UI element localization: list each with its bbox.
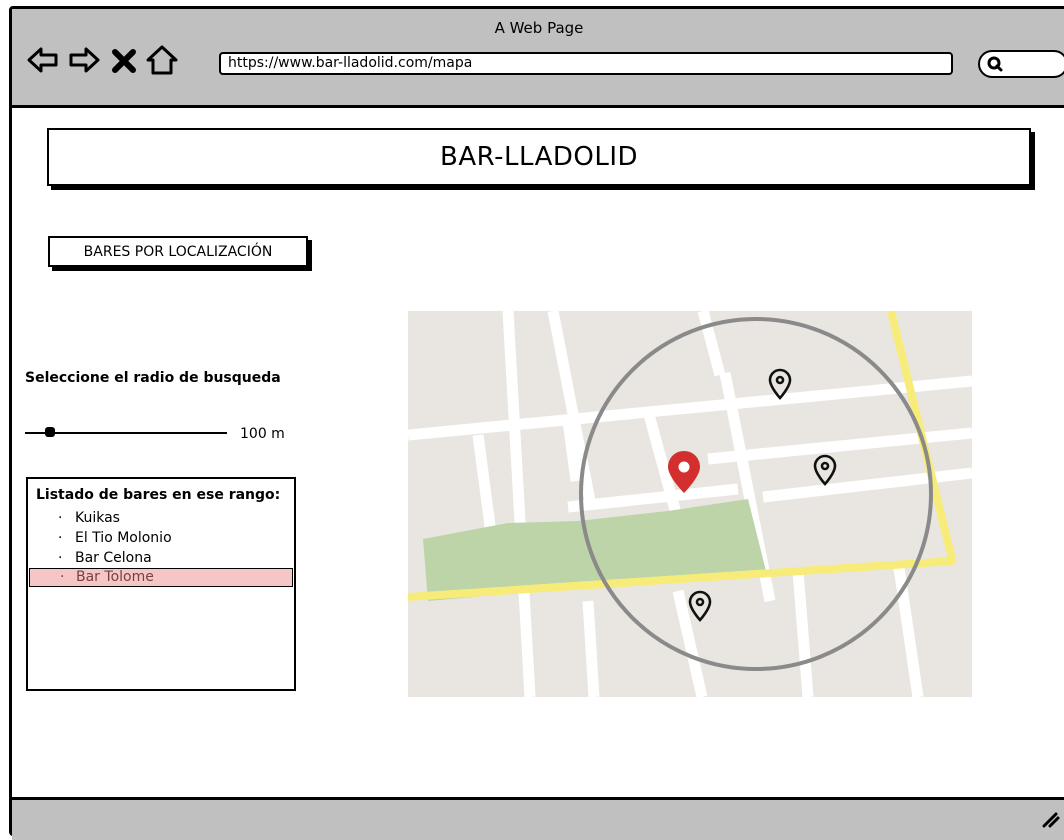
window-title: A Web Page: [494, 19, 584, 37]
bar-list-item[interactable]: · El Tio Molonio: [28, 528, 294, 548]
bar-name: El Tio Molonio: [75, 530, 172, 546]
bullet: ·: [58, 550, 63, 566]
radius-slider[interactable]: [25, 423, 227, 443]
radius-value: 100 m: [240, 426, 285, 442]
slider-thumb[interactable]: [45, 427, 55, 437]
browser-status-bar: [12, 797, 1064, 840]
back-arrow-icon[interactable]: [26, 43, 60, 77]
location-filter-button[interactable]: BARES POR LOCALIZACIÓN: [48, 236, 308, 267]
home-icon[interactable]: [145, 43, 179, 77]
bullet: ·: [58, 510, 63, 526]
bar-list: Listado de bares en ese rango: · Kuikas · E…: [26, 477, 296, 691]
search-icon: [987, 56, 1003, 72]
slider-track: [25, 432, 227, 434]
stop-x-icon[interactable]: [111, 43, 137, 77]
browser-search-button[interactable]: [978, 50, 1064, 78]
bar-name: Bar Tolome: [76, 569, 154, 585]
bar-name: Bar Celona: [75, 550, 152, 566]
forward-arrow-icon[interactable]: [67, 43, 101, 77]
page-title: BAR-LLADOLID: [47, 128, 1031, 186]
browser-toolbar: A Web Page https://www.bar-lladolid.com/…: [12, 9, 1064, 108]
bullet: ·: [60, 569, 65, 585]
resize-grip-icon[interactable]: [1040, 808, 1060, 828]
map[interactable]: [408, 311, 972, 697]
bar-list-item[interactable]: · Bar Celona: [28, 548, 294, 568]
bar-list-item[interactable]: · Kuikas: [28, 508, 294, 528]
bar-list-items: · Kuikas · El Tio Molonio · Bar Celona · Bar To…: [28, 508, 294, 587]
radius-label: Seleccione el radio de busqueda: [25, 370, 281, 386]
bar-name: Kuikas: [75, 510, 120, 526]
bar-list-title: Listado de bares en ese rango:: [36, 487, 281, 503]
address-bar[interactable]: https://www.bar-lladolid.com/mapa: [219, 52, 953, 75]
bullet: ·: [58, 530, 63, 546]
map-canvas: [408, 311, 972, 697]
bar-list-item[interactable]: · Bar Tolome: [29, 568, 293, 587]
